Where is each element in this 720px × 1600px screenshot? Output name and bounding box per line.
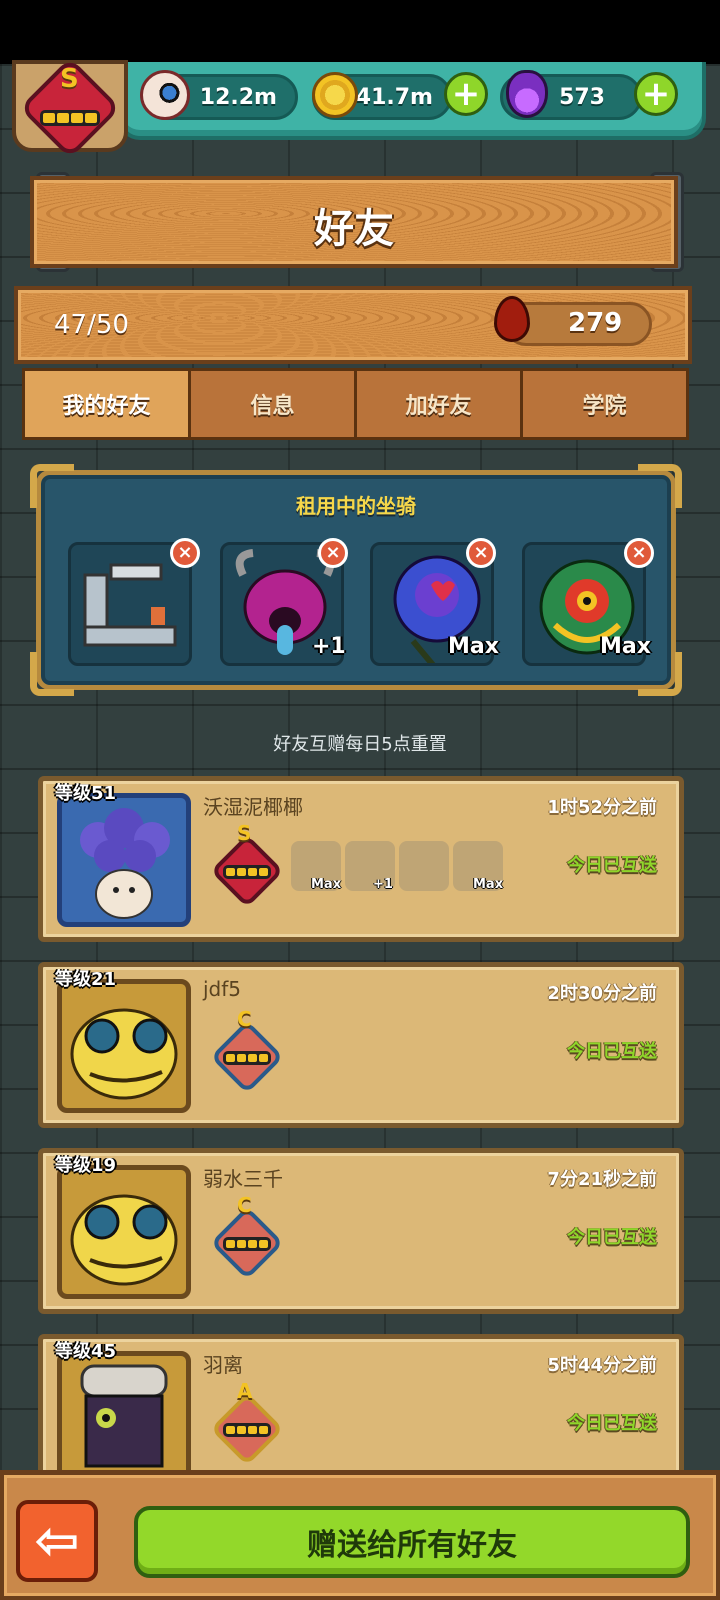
add-coins-button[interactable]: + xyxy=(444,72,488,116)
friend-gift-status: 今日已互送 xyxy=(567,1041,657,1062)
rank-progress xyxy=(40,110,100,126)
friend-level: 等级21 xyxy=(55,969,117,990)
tab-messages[interactable]: 信息 xyxy=(188,368,357,440)
blood-drop-icon xyxy=(494,296,530,342)
remove-mount-2-button[interactable]: × xyxy=(318,538,348,568)
grape-hair-avatar-icon xyxy=(80,808,170,919)
friend-mount-tag: +1 xyxy=(373,877,393,892)
blood-value: 279 xyxy=(568,308,623,338)
title-plank: 好友 xyxy=(30,176,678,268)
add-potions-button[interactable]: + xyxy=(634,72,678,116)
coin-icon xyxy=(312,72,358,118)
friend-gift-status: 今日已互送 xyxy=(567,1413,657,1434)
tab-academy[interactable]: 学院 xyxy=(520,368,689,440)
mount-2-tag: +1 xyxy=(312,634,346,659)
remove-mount-4-button[interactable]: × xyxy=(624,538,654,568)
friend-last-online: 2时30分之前 xyxy=(547,983,657,1004)
friend-last-online: 1时52分之前 xyxy=(547,797,657,818)
tab-add-friend[interactable]: 加好友 xyxy=(354,368,523,440)
friend-rank-bar xyxy=(223,1051,271,1065)
coin-value: 41.7m xyxy=(355,85,433,110)
friend-rank-letter: A xyxy=(237,1379,253,1403)
friend-mount-tag: Max xyxy=(473,877,504,892)
potion-icon xyxy=(506,70,548,118)
friend-rank-letter: S xyxy=(237,821,252,845)
friend-rank-bar xyxy=(223,865,271,879)
friend-name: 羽离 xyxy=(203,1353,243,1377)
friend-card[interactable]: 等级19 弱水三千 7分21秒之前 今日已互送 C xyxy=(38,1148,684,1314)
friend-rank-letter: C xyxy=(237,1007,252,1031)
eyeball-icon xyxy=(140,70,190,120)
rank-letter: S xyxy=(60,64,79,94)
friend-level: 等级51 xyxy=(55,783,117,804)
mount-4-tag: Max xyxy=(600,634,651,659)
gift-all-friends-button[interactable]: 赠送给所有好友 xyxy=(134,1506,690,1578)
avatar[interactable] xyxy=(57,979,191,1113)
friend-rank-bar xyxy=(223,1237,271,1251)
friend-mount-rabbit-icon xyxy=(399,841,449,891)
friend-last-online: 5时44分之前 xyxy=(547,1355,657,1376)
friend-count: 47/50 xyxy=(54,310,129,340)
friend-name: 沃湿泥椰椰 xyxy=(203,795,303,819)
friend-tabs: 我的好友 信息 加好友 学院 xyxy=(22,368,689,440)
chef-monster-avatar-icon xyxy=(80,1364,168,1468)
friend-rank-letter: C xyxy=(237,1193,252,1217)
remove-mount-1-button[interactable]: × xyxy=(170,538,200,568)
avatar[interactable] xyxy=(57,793,191,927)
player-rank-badge[interactable]: S xyxy=(12,57,128,159)
friend-card[interactable]: 等级21 jdf5 2时30分之前 今日已互送 C xyxy=(38,962,684,1128)
friend-gift-status: 今日已互送 xyxy=(567,1227,657,1248)
mount-3-tag: Max xyxy=(448,634,499,659)
back-button[interactable]: ⇦ xyxy=(16,1500,98,1582)
friend-name: jdf5 xyxy=(203,977,242,1001)
frog-monster-avatar-icon xyxy=(70,1008,178,1100)
friend-last-online: 7分21秒之前 xyxy=(547,1169,657,1190)
page-title: 好友 xyxy=(314,206,394,252)
remove-mount-3-button[interactable]: × xyxy=(466,538,496,568)
friend-mount-tag: Max xyxy=(311,877,342,892)
status-bar xyxy=(0,0,720,64)
eyeball-value: 12.2m xyxy=(199,85,277,110)
avatar[interactable] xyxy=(57,1165,191,1299)
friend-name: 弱水三千 xyxy=(203,1167,283,1191)
tab-my-friends[interactable]: 我的好友 xyxy=(22,368,191,440)
friend-gift-status: 今日已互送 xyxy=(567,855,657,876)
friend-rank-bar xyxy=(223,1423,271,1437)
potion-value: 573 xyxy=(559,85,605,110)
friend-level: 等级19 xyxy=(55,1155,117,1176)
friend-level: 等级45 xyxy=(55,1341,117,1362)
friend-card[interactable]: 等级51 沃湿泥椰椰 1时52分之前 今日已互送 S Max +1 Max xyxy=(38,776,684,942)
frog-monster-avatar-icon xyxy=(70,1194,178,1286)
daily-reset-note: 好友互赠每日5点重置 xyxy=(273,734,447,755)
mounts-title: 租用中的坐骑 xyxy=(296,494,416,518)
avatar[interactable] xyxy=(57,1351,191,1485)
back-arrow-icon: ⇦ xyxy=(34,1509,80,1572)
